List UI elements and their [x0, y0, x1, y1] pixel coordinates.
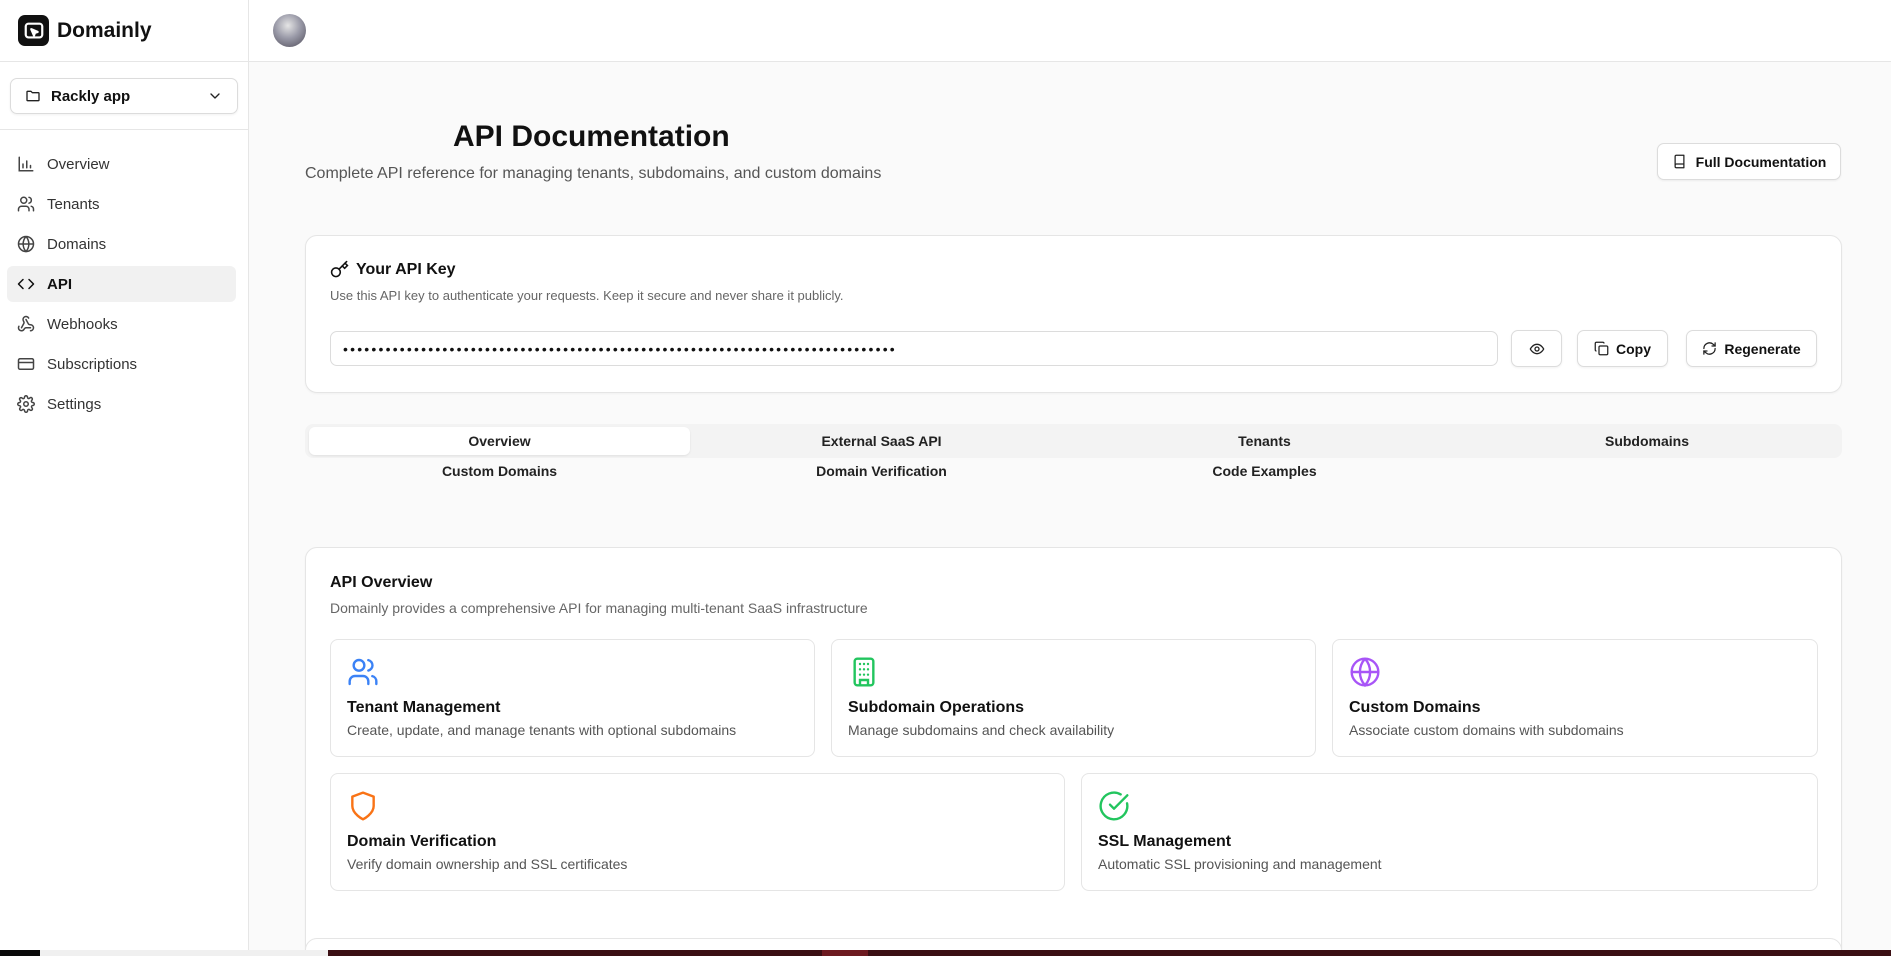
sidebar-item-webhooks[interactable]: Webhooks — [7, 306, 236, 342]
tab-code-examples[interactable]: Code Examples — [1073, 457, 1456, 485]
shield-icon — [347, 790, 379, 822]
sidebar-item-label: Webhooks — [47, 315, 118, 333]
avatar[interactable] — [273, 14, 306, 47]
api-key-field[interactable]: ••••••••••••••••••••••••••••••••••••••••… — [330, 331, 1498, 366]
page-title: API Documentation — [453, 120, 730, 153]
copy-label: Copy — [1616, 340, 1651, 357]
sidebar-item-settings[interactable]: Settings — [7, 386, 236, 422]
sidebar-item-label: Tenants — [47, 195, 100, 213]
globe-icon — [1349, 656, 1381, 688]
feature-title: Subdomain Operations — [848, 699, 1025, 716]
check-circle-icon — [1098, 790, 1130, 822]
bar-chart-icon — [16, 154, 36, 174]
full-documentation-label: Full Documentation — [1695, 153, 1827, 170]
globe-icon — [16, 234, 36, 254]
feature-title: Tenant Management — [347, 699, 501, 716]
sidebar-item-label: API — [47, 275, 73, 293]
feature-description: Create, update, and manage tenants with … — [347, 722, 737, 738]
feature-title: SSL Management — [1098, 833, 1232, 850]
page-subtitle: Complete API reference for managing tena… — [305, 165, 882, 182]
feature-description: Manage subdomains and check availability — [848, 722, 1115, 738]
feature-card-ssl-management: SSL Management Automatic SSL provisionin… — [1081, 773, 1818, 891]
eye-icon — [1529, 341, 1545, 357]
main-content: API Documentation Complete API reference… — [249, 62, 1891, 956]
feature-card-subdomain-operations: Subdomain Operations Manage subdomains a… — [831, 639, 1316, 757]
sidebar-item-api[interactable]: API — [7, 266, 236, 302]
sidebar-item-label: Domains — [47, 235, 107, 253]
feature-card-custom-domains: Custom Domains Associate custom domains … — [1332, 639, 1818, 757]
regenerate-label: Regenerate — [1724, 340, 1801, 357]
tab-tenants[interactable]: Tenants — [1073, 427, 1456, 455]
api-key-description: Use this API key to authenticate your re… — [330, 288, 844, 303]
tab-subdomains[interactable]: Subdomains — [1456, 427, 1838, 455]
copy-icon — [1594, 341, 1609, 356]
folder-icon — [25, 88, 41, 104]
gear-icon — [16, 394, 36, 414]
api-overview-card: API Overview Domainly provides a compreh… — [305, 547, 1842, 956]
tab-domain-verification[interactable]: Domain Verification — [690, 457, 1073, 485]
project-switcher-label: Rackly app — [51, 87, 131, 105]
key-icon — [330, 260, 349, 279]
brand-logo-icon — [18, 15, 49, 46]
sidebar-item-overview[interactable]: Overview — [7, 146, 236, 182]
tab-overview[interactable]: Overview — [309, 427, 690, 455]
refresh-icon — [1702, 341, 1717, 356]
api-overview-description: Domainly provides a comprehensive API fo… — [330, 600, 868, 616]
sidebar-item-tenants[interactable]: Tenants — [7, 186, 236, 222]
credit-card-icon — [16, 354, 36, 374]
feature-card-domain-verification: Domain Verification Verify domain owners… — [330, 773, 1065, 891]
project-switcher[interactable]: Rackly app — [10, 78, 238, 114]
feature-card-tenant-management: Tenant Management Create, update, and ma… — [330, 639, 815, 757]
sidebar-item-subscriptions[interactable]: Subscriptions — [7, 346, 236, 382]
brand-name: Domainly — [57, 18, 152, 42]
regenerate-button[interactable]: Regenerate — [1686, 330, 1817, 367]
book-icon — [1672, 154, 1687, 169]
users-icon — [347, 656, 379, 688]
sidebar-nav: Overview Tenants Domains API Webhooks Su… — [0, 130, 248, 422]
api-key-card: Your API Key Use this API key to authent… — [305, 235, 1842, 393]
api-key-title: Your API Key — [330, 260, 456, 279]
sidebar-item-label: Settings — [47, 395, 102, 413]
feature-description: Automatic SSL provisioning and managemen… — [1098, 856, 1382, 872]
webhook-icon — [16, 314, 36, 334]
chevron-down-icon — [207, 88, 223, 104]
sidebar-item-domains[interactable]: Domains — [7, 226, 236, 262]
feature-description: Associate custom domains with subdomains — [1349, 722, 1624, 738]
tab-custom-domains[interactable]: Custom Domains — [309, 457, 690, 485]
feature-description: Verify domain ownership and SSL certific… — [347, 856, 628, 872]
feature-title: Domain Verification — [347, 833, 497, 850]
api-overview-title: API Overview — [330, 574, 433, 591]
feature-title: Custom Domains — [1349, 699, 1481, 716]
toggle-visibility-button[interactable] — [1511, 330, 1562, 367]
sidebar-item-label: Overview — [47, 155, 110, 173]
sidebar-item-label: Subscriptions — [47, 355, 138, 373]
api-key-title-text: Your API Key — [356, 260, 456, 278]
copy-button[interactable]: Copy — [1577, 330, 1668, 367]
building-icon — [848, 656, 880, 688]
sidebar: Domainly Rackly app Overview Tenants Dom… — [0, 0, 249, 956]
users-icon — [16, 194, 36, 214]
tab-external-saas-api[interactable]: External SaaS API — [690, 427, 1073, 455]
bottom-strip — [0, 950, 1891, 956]
code-icon — [16, 274, 36, 294]
top-bar — [249, 0, 1891, 62]
brand[interactable]: Domainly — [0, 0, 248, 62]
full-documentation-button[interactable]: Full Documentation — [1657, 143, 1841, 180]
